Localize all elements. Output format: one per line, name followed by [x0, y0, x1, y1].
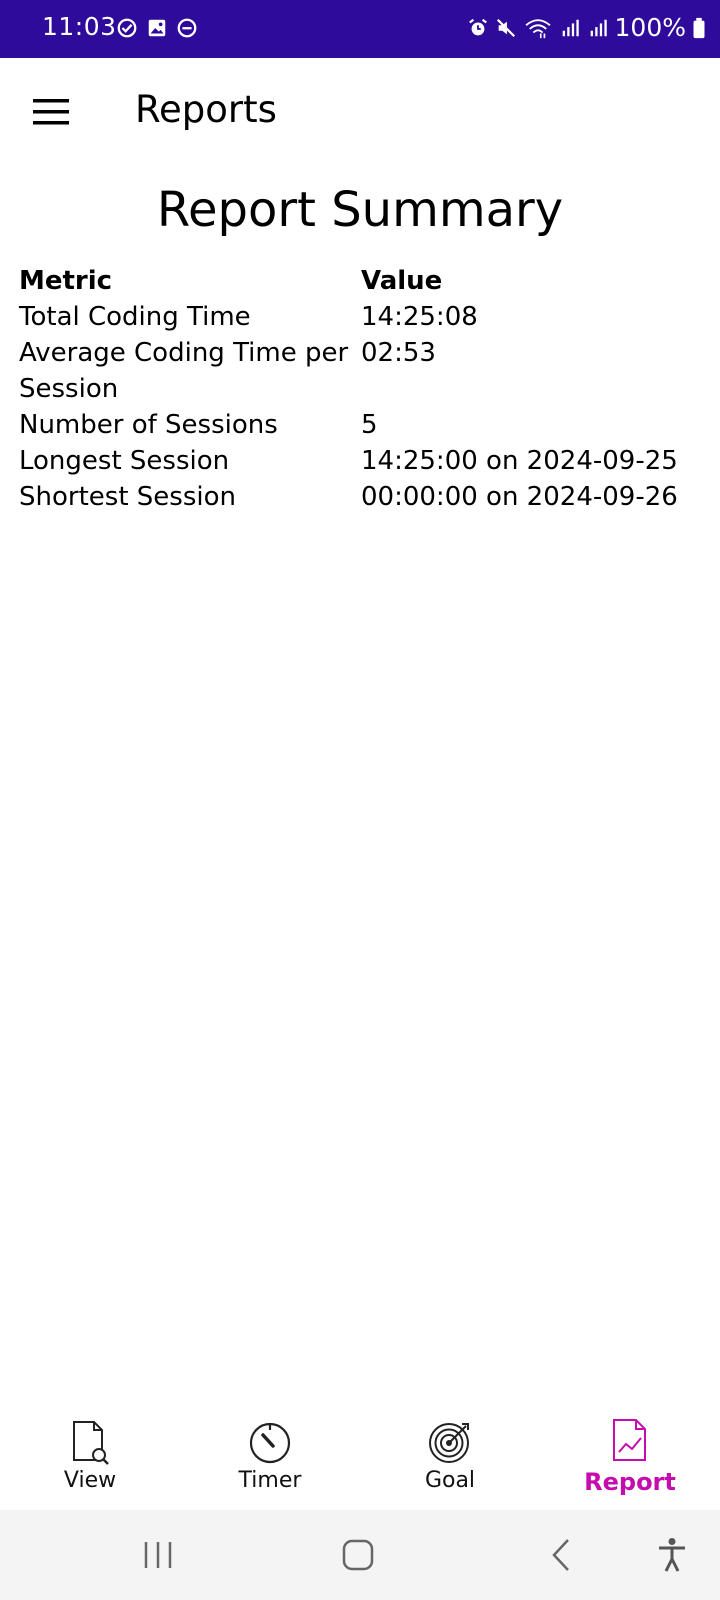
table-row: Number of Sessions 5	[19, 407, 709, 443]
signal-icon	[562, 19, 579, 36]
metric-cell: Shortest Session	[19, 482, 236, 512]
target-icon	[429, 1423, 469, 1463]
app-bar: Reports	[0, 58, 720, 168]
document-search-icon	[73, 1421, 109, 1465]
table-row: Average Coding Time per Session 02:53	[19, 335, 709, 407]
recent-apps-icon	[144, 1542, 172, 1568]
hamburger-menu-icon	[33, 99, 69, 125]
value-cell: 02:53	[361, 338, 436, 368]
metric-cell: Number of Sessions	[19, 410, 278, 440]
report-summary-table: Metric Value Total Coding Time 14:25:08 …	[19, 263, 709, 515]
table-header-row: Metric Value	[19, 263, 709, 299]
table-row: Shortest Session 00:00:00 on 2024-09-26	[19, 479, 709, 515]
value-column-header: Value	[361, 266, 443, 296]
menu-button[interactable]	[24, 84, 80, 140]
nav-item-timer[interactable]: Timer	[180, 1410, 360, 1510]
status-bar: 11:03 100%	[0, 0, 720, 58]
mute-icon	[496, 18, 515, 37]
metric-cell: Average Coding Time per Session	[19, 338, 349, 404]
report-chart-icon	[613, 1419, 646, 1461]
alarm-icon	[468, 18, 487, 35]
nav-label-timer: Timer	[238, 1468, 302, 1493]
value-cell: 5	[361, 410, 378, 440]
signal-icon	[590, 19, 607, 36]
bottom-navigation: View Timer Goal Report	[0, 1410, 720, 1510]
nav-label-goal: Goal	[424, 1468, 476, 1493]
do-not-disturb-icon	[177, 18, 197, 38]
status-time: 11:03	[42, 12, 117, 41]
value-cell: 14:25:00 on 2024-09-25	[361, 446, 678, 476]
back-chevron-icon	[552, 1539, 569, 1571]
value-cell: 00:00:00 on 2024-09-26	[361, 482, 678, 512]
recent-apps-button[interactable]	[133, 1532, 183, 1578]
back-button[interactable]	[536, 1532, 586, 1578]
check-circle-icon	[117, 18, 137, 38]
nav-item-goal[interactable]: Goal	[360, 1410, 540, 1510]
metric-column-header: Metric	[19, 266, 113, 296]
system-navigation-bar	[0, 1510, 720, 1600]
home-button[interactable]	[333, 1532, 383, 1578]
page-title: Reports	[135, 88, 277, 131]
metric-cell: Total Coding Time	[19, 302, 251, 332]
timer-dial-icon	[249, 1422, 291, 1464]
nav-label-view: View	[63, 1468, 117, 1493]
report-summary-heading: Report Summary	[156, 182, 564, 238]
table-row: Total Coding Time 14:25:08	[19, 299, 709, 335]
table-row: Longest Session 14:25:00 on 2024-09-25	[19, 443, 709, 479]
battery-icon	[693, 17, 705, 38]
value-cell: 14:25:08	[361, 302, 478, 332]
image-icon	[148, 19, 166, 37]
metric-cell: Longest Session	[19, 446, 230, 476]
accessibility-button[interactable]	[647, 1532, 697, 1578]
wifi-icon	[525, 18, 551, 38]
nav-item-view[interactable]: View	[0, 1410, 180, 1510]
nav-item-report[interactable]: Report	[540, 1410, 720, 1510]
battery-percentage: 100%	[614, 13, 686, 42]
nav-label-report: Report	[584, 1468, 676, 1496]
accessibility-icon	[659, 1538, 685, 1572]
home-icon	[342, 1539, 374, 1571]
